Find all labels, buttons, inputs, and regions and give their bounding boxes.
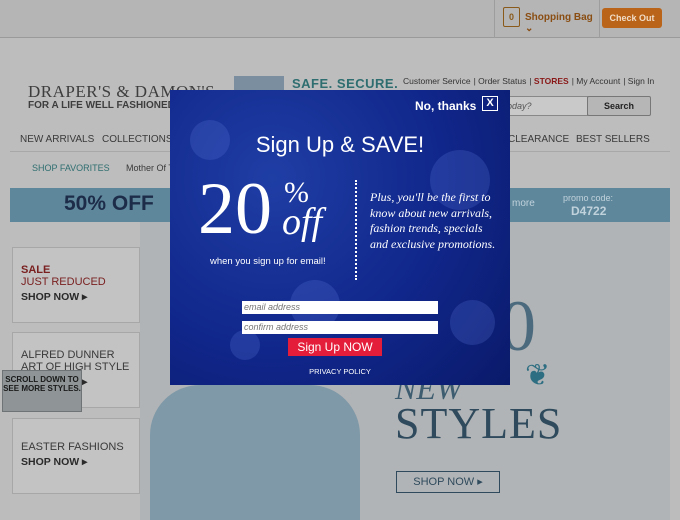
nav-best-sellers[interactable]: BEST SELLERS	[576, 134, 650, 145]
subnav-shop-favorites[interactable]: SHOP FAVORITES	[32, 163, 110, 173]
tile-sale-title: SALE	[21, 264, 51, 276]
my-account-link[interactable]: My Account	[576, 76, 620, 86]
nav-new-arrivals[interactable]: NEW ARRIVALS	[20, 134, 94, 145]
search-input[interactable]: oday?	[500, 96, 588, 116]
nav-collections[interactable]: COLLECTIONS	[102, 134, 173, 145]
hero-shop-now-button[interactable]: SHOP NOW ▸	[396, 471, 500, 493]
modal-title: Sign Up & SAVE!	[255, 132, 425, 157]
promo-headline: 50% OFF	[64, 192, 154, 215]
shopping-bag[interactable]: 0 Shopping Bag ⌄	[494, 0, 600, 38]
utility-links: Customer Service | Order Status | STORES | …	[403, 76, 655, 86]
tile-easter-title: EASTER FASHIONS	[21, 441, 124, 453]
benefits-text: Plus, you'll be the first to know about …	[370, 190, 496, 251]
hero-styles-text: STYLES	[395, 399, 563, 448]
discount-off: off	[282, 201, 323, 243]
discount-percent: 20	[198, 168, 272, 250]
no-thanks-link[interactable]: No, thanks	[415, 99, 476, 113]
shopping-bag-icon: 0	[503, 7, 520, 27]
scroll-down-tip: SCROLL DOWN TO SEE MORE STYLES.	[2, 370, 82, 412]
tile-easter[interactable]: EASTER FASHIONS SHOP NOW ▸	[12, 418, 140, 494]
bokeh-dot	[230, 330, 260, 360]
promo-code: D4722	[571, 204, 607, 218]
tile-easter-shop-now[interactable]: SHOP NOW ▸	[21, 456, 139, 468]
safe-secure-text: SAFE. SECURE.	[292, 76, 399, 91]
tile-sale-shop-now[interactable]: SHOP NOW ▸	[21, 291, 139, 303]
customer-service-link[interactable]: Customer Service	[403, 76, 471, 86]
close-icon[interactable]: X	[482, 96, 498, 111]
top-bar: 0 Shopping Bag ⌄ Check Out	[0, 0, 680, 38]
email-signup-modal: No, thanks X Sign Up & SAVE! 20 % off wh…	[170, 90, 510, 385]
checkout-button[interactable]: Check Out	[602, 8, 662, 28]
nav-clearance[interactable]: CLEARANCE	[508, 134, 569, 145]
stores-link[interactable]: STORES	[534, 76, 569, 86]
promo-more-link[interactable]: more	[512, 198, 535, 209]
bokeh-dot	[450, 300, 495, 345]
search-button[interactable]: Search	[587, 96, 651, 116]
confirm-email-field[interactable]	[242, 321, 438, 334]
dotted-divider	[355, 180, 357, 280]
subnav-mother-of[interactable]: Mother Of T	[126, 163, 174, 173]
tile-alfred-title: ALFRED DUNNER	[21, 349, 115, 361]
chevron-down-icon: ⌄	[525, 23, 534, 34]
model-image	[150, 385, 360, 520]
email-field[interactable]	[242, 301, 438, 314]
sign-in-link[interactable]: Sign In	[628, 76, 654, 86]
shopping-bag-label: Shopping Bag ⌄	[525, 12, 593, 34]
site-tagline: FOR A LIFE WELL FASHIONED®	[28, 100, 183, 111]
discount-condition: when you sign up for email!	[210, 256, 326, 267]
order-status-link[interactable]: Order Status	[478, 76, 526, 86]
tile-sale-subtitle: JUST REDUCED	[21, 276, 106, 288]
sign-up-button[interactable]: Sign Up NOW	[288, 338, 382, 356]
promo-code-label: promo code:	[563, 193, 614, 203]
butterfly-icon: ❦	[525, 359, 551, 392]
privacy-policy-link[interactable]: PRIVACY POLICY	[170, 367, 510, 376]
tile-sale[interactable]: SALE JUST REDUCED SHOP NOW ▸	[12, 247, 140, 323]
